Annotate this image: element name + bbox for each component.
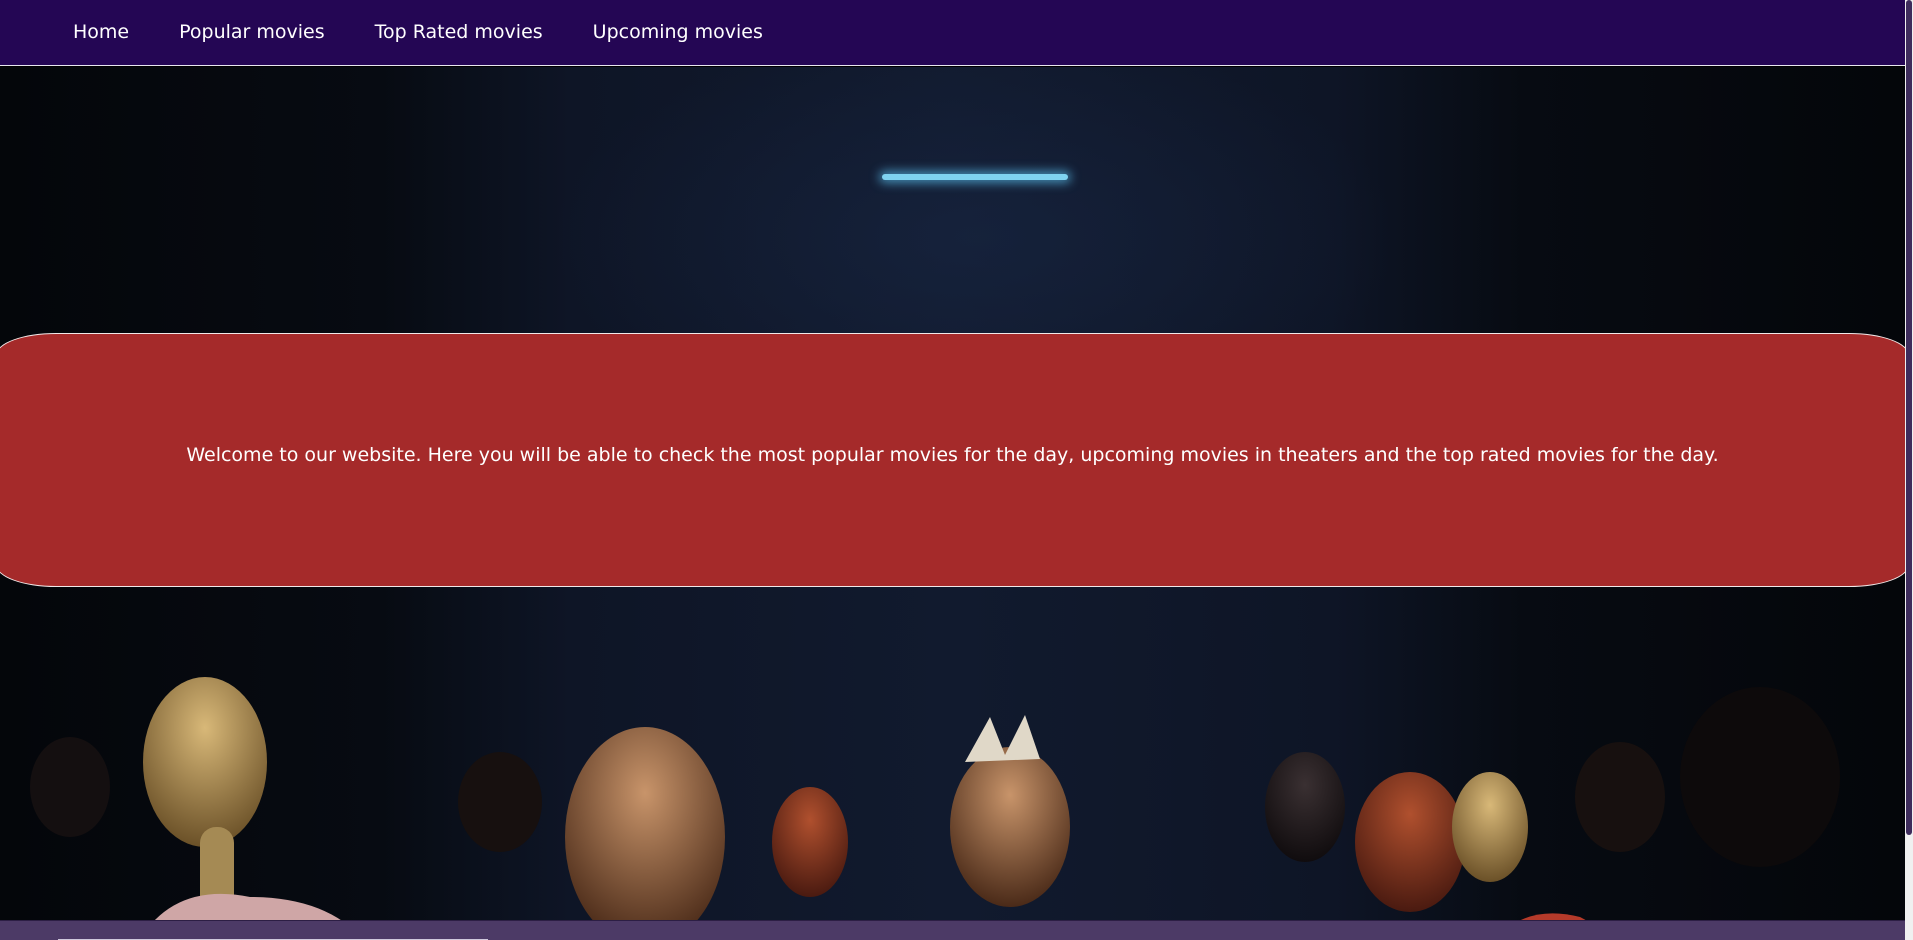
nav-link-top-rated-movies[interactable]: Top Rated movies [375, 21, 543, 43]
welcome-banner: Welcome to our website. Here you will be… [0, 333, 1909, 587]
nav-link-upcoming-movies[interactable]: Upcoming movies [593, 21, 763, 43]
vertical-scrollbar[interactable] [1905, 0, 1913, 940]
top-navbar: Home Popular movies Top Rated movies Upc… [0, 0, 1905, 66]
nav-link-home[interactable]: Home [73, 21, 129, 43]
audience-silhouettes [30, 677, 1842, 940]
welcome-message: Welcome to our website. Here you will be… [186, 443, 1719, 466]
vertical-scroll-thumb[interactable] [1906, 0, 1912, 835]
nav-link-popular-movies[interactable]: Popular movies [179, 21, 325, 43]
cinema-screen-light [882, 174, 1068, 180]
horizontal-scrollbar[interactable] [0, 920, 1905, 940]
page: Home Popular movies Top Rated movies Upc… [0, 0, 1913, 940]
